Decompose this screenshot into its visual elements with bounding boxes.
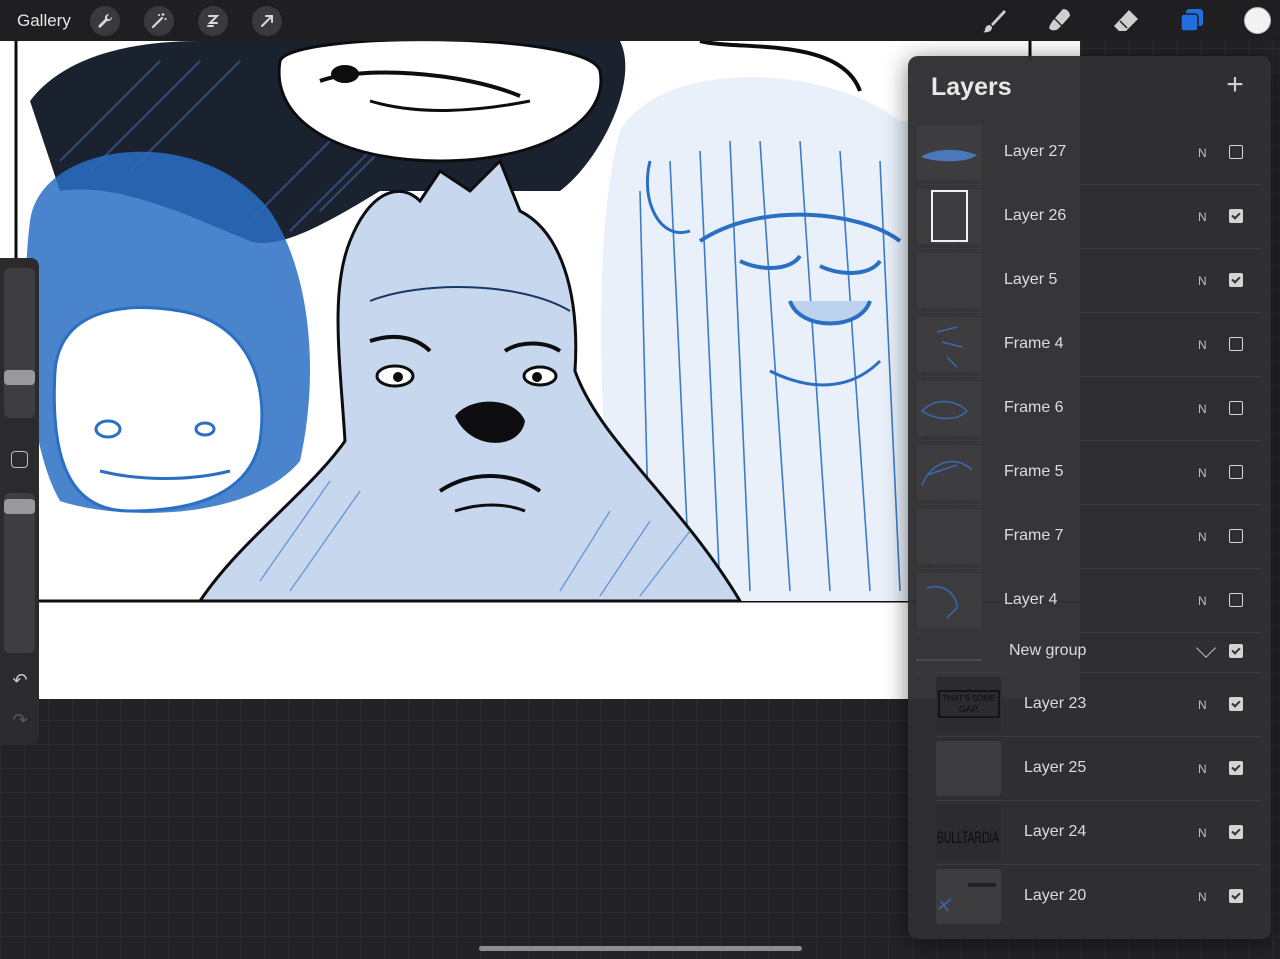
layer-name: Layer 4 xyxy=(1004,591,1058,608)
left-sidebar: ↶ ↷ xyxy=(0,258,39,744)
layers-panel: Layers + Layer 27 N Layer 26 N Layer 5 N… xyxy=(908,56,1271,939)
layer-name: Frame 4 xyxy=(1004,335,1064,352)
blend-mode[interactable]: N xyxy=(1198,594,1207,608)
layer-row[interactable]: Frame 4 N xyxy=(916,314,1263,377)
layer-row[interactable]: Layer 20 N xyxy=(936,866,1263,929)
add-layer-button[interactable]: + xyxy=(1220,70,1250,100)
brush-opacity-thumb[interactable] xyxy=(4,499,35,514)
redo-icon[interactable]: ↷ xyxy=(9,709,31,731)
visibility-checkbox[interactable] xyxy=(1229,593,1243,607)
layer-thumbnail xyxy=(917,189,982,244)
visibility-checkbox[interactable] xyxy=(1229,825,1243,839)
layer-group-row[interactable]: New group xyxy=(916,629,1263,673)
layers-icon[interactable] xyxy=(1178,7,1206,35)
group-name: New group xyxy=(1009,642,1087,659)
brush-size-thumb[interactable] xyxy=(4,370,35,385)
blend-mode[interactable]: N xyxy=(1198,402,1207,416)
layer-row[interactable]: Frame 7 N xyxy=(916,506,1263,569)
svg-text:GAP.: GAP. xyxy=(959,704,979,714)
layer-row[interactable]: Layer 26 N xyxy=(916,186,1263,249)
wrench-icon[interactable] xyxy=(90,6,120,36)
visibility-checkbox[interactable] xyxy=(1229,337,1243,351)
modify-button[interactable] xyxy=(11,451,28,468)
layer-row[interactable]: Layer 25 N xyxy=(936,738,1263,801)
layer-row[interactable]: Frame 5 N xyxy=(916,442,1263,505)
layer-name: Layer 24 xyxy=(1024,823,1087,840)
layer-thumbnail xyxy=(917,445,982,500)
layer-row[interactable]: Layer 5 N xyxy=(916,250,1263,313)
selection-icon[interactable] xyxy=(198,6,228,36)
blend-mode[interactable]: N xyxy=(1198,698,1207,712)
chevron-down-icon[interactable] xyxy=(1196,638,1216,658)
brush-size-slider[interactable] xyxy=(4,268,35,418)
layer-thumbnail: THAT'S SOME GAP. xyxy=(936,677,1001,732)
svg-text:BULLTARDIA: BULLTARDIA xyxy=(937,828,999,847)
visibility-checkbox[interactable] xyxy=(1229,465,1243,479)
blend-mode[interactable]: N xyxy=(1198,530,1207,544)
visibility-checkbox[interactable] xyxy=(1229,401,1243,415)
layer-thumbnail xyxy=(936,741,1001,796)
layer-name: Layer 25 xyxy=(1024,759,1087,776)
visibility-checkbox[interactable] xyxy=(1229,761,1243,775)
layer-thumbnail xyxy=(917,125,982,180)
layer-thumbnail xyxy=(917,573,982,628)
layer-thumbnail xyxy=(917,253,982,308)
blend-mode[interactable]: N xyxy=(1198,338,1207,352)
layer-name: Layer 27 xyxy=(1004,143,1067,160)
layer-name: Frame 6 xyxy=(1004,399,1064,416)
undo-icon[interactable]: ↶ xyxy=(9,669,31,691)
visibility-checkbox[interactable] xyxy=(1229,644,1243,658)
gallery-button[interactable]: Gallery xyxy=(17,11,71,31)
blend-mode[interactable]: N xyxy=(1198,466,1207,480)
blend-mode[interactable]: N xyxy=(1198,890,1207,904)
svg-text:THAT'S SOME: THAT'S SOME xyxy=(943,694,996,703)
layer-thumbnail: BULLTARDIA xyxy=(936,805,1001,860)
brush-icon[interactable] xyxy=(980,7,1008,35)
brush-opacity-slider[interactable] xyxy=(4,493,35,653)
layer-row[interactable]: Frame 6 N xyxy=(916,378,1263,441)
layer-thumbnail xyxy=(917,381,982,436)
layer-row[interactable]: BULLTARDIA Layer 24 N xyxy=(936,802,1263,865)
magic-wand-icon[interactable] xyxy=(144,6,174,36)
visibility-checkbox[interactable] xyxy=(1229,145,1243,159)
layer-name: Layer 20 xyxy=(1024,887,1087,904)
eraser-icon[interactable] xyxy=(1112,7,1140,35)
visibility-checkbox[interactable] xyxy=(1229,209,1243,223)
layer-name: Frame 5 xyxy=(1004,463,1064,480)
top-toolbar: Gallery xyxy=(0,0,1280,41)
home-indicator[interactable] xyxy=(479,946,802,951)
visibility-checkbox[interactable] xyxy=(1229,697,1243,711)
layers-title: Layers xyxy=(931,73,1012,101)
layer-row[interactable]: THAT'S SOME GAP. Layer 23 N xyxy=(936,674,1263,737)
layer-row[interactable]: Layer 27 N xyxy=(916,122,1263,185)
visibility-checkbox[interactable] xyxy=(1229,529,1243,543)
transform-arrow-icon[interactable] xyxy=(252,6,282,36)
layer-name: Layer 23 xyxy=(1024,695,1087,712)
blend-mode[interactable]: N xyxy=(1198,274,1207,288)
layer-thumbnail xyxy=(936,869,1001,924)
color-picker[interactable] xyxy=(1244,7,1271,34)
blend-mode[interactable]: N xyxy=(1198,210,1207,224)
layer-name: Frame 7 xyxy=(1004,527,1064,544)
blend-mode[interactable]: N xyxy=(1198,146,1207,160)
visibility-checkbox[interactable] xyxy=(1229,889,1243,903)
visibility-checkbox[interactable] xyxy=(1229,273,1243,287)
layer-name: Layer 26 xyxy=(1004,207,1067,224)
blend-mode[interactable]: N xyxy=(1198,762,1207,776)
layer-thumbnail xyxy=(917,509,982,564)
layer-thumbnail xyxy=(917,317,982,372)
layer-name: Layer 5 xyxy=(1004,271,1058,288)
smudge-icon[interactable] xyxy=(1046,6,1074,34)
blend-mode[interactable]: N xyxy=(1198,826,1207,840)
layer-row[interactable]: Layer 4 N xyxy=(916,570,1263,633)
group-indicator xyxy=(916,659,982,661)
